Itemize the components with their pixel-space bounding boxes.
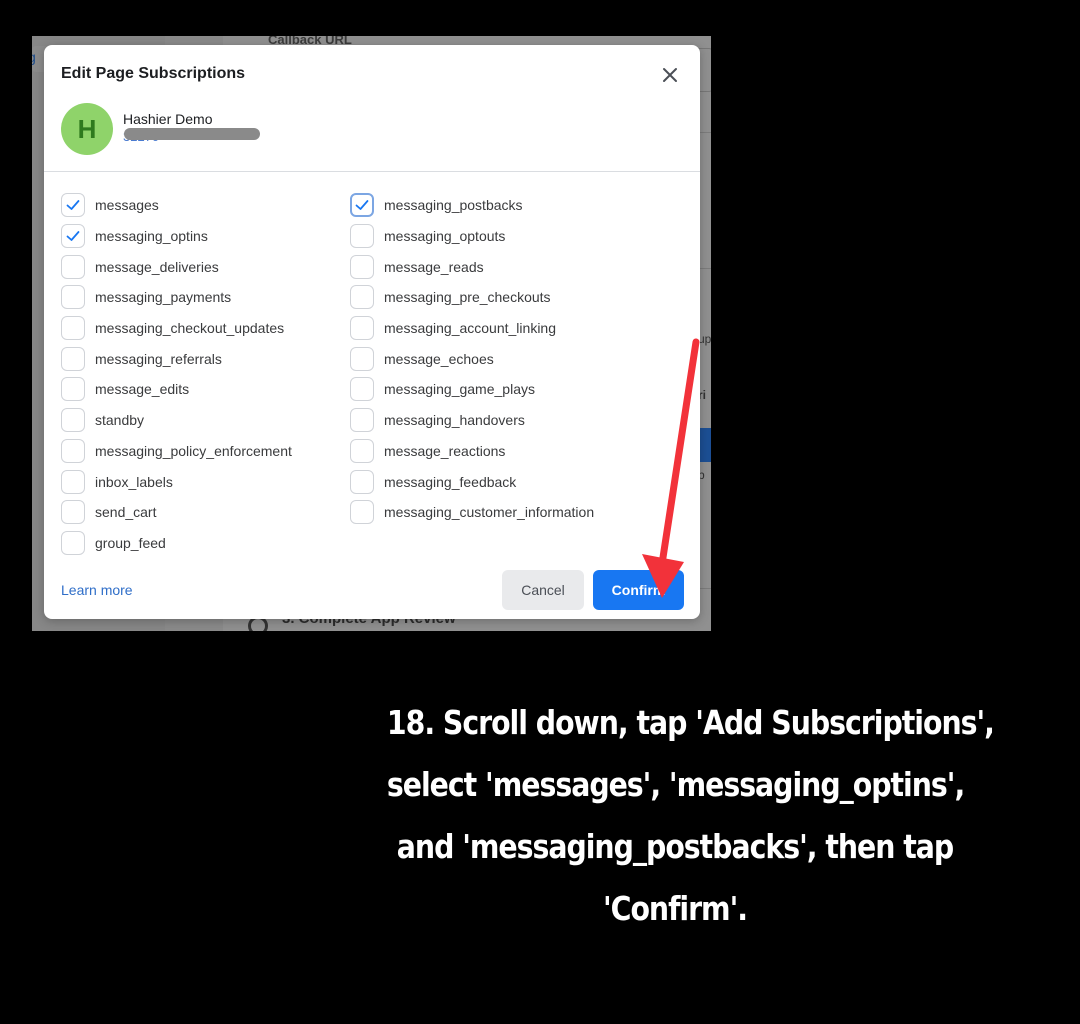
subscription-item[interactable]: messaging_optouts xyxy=(350,221,594,252)
subscription-label: messaging_checkout_updates xyxy=(95,320,285,337)
red-arrow-annotation xyxy=(642,338,700,598)
subscription-item[interactable]: messaging_checkout_updates xyxy=(61,313,292,344)
subscription-item[interactable]: message_edits xyxy=(61,374,292,405)
subscriptions-right-column: messaging_postbacks messaging_optoutsmess… xyxy=(350,190,594,528)
subscription-item[interactable]: message_deliveries xyxy=(61,251,292,282)
screenshot: g Callback URL up ri b 3. Complete App R… xyxy=(32,36,711,631)
subscription-item[interactable]: messaging_feedback xyxy=(350,466,594,497)
cancel-button[interactable]: Cancel xyxy=(502,570,584,610)
subscription-label: messaging_pre_checkouts xyxy=(384,289,551,306)
subscription-label: messaging_customer_information xyxy=(384,504,595,521)
caption-line: 18. Scroll down, tap 'Add Subscriptions'… xyxy=(386,703,995,742)
checkbox[interactable] xyxy=(350,438,374,463)
divider xyxy=(44,171,700,172)
checkbox[interactable] xyxy=(350,469,374,494)
subscription-item[interactable]: messaging_postbacks xyxy=(350,190,594,221)
subscription-item[interactable]: standby xyxy=(61,405,292,436)
subscription-label: messaging_account_linking xyxy=(384,320,556,337)
checkbox[interactable] xyxy=(61,193,85,218)
subscription-label: messages xyxy=(95,197,159,214)
checkbox[interactable] xyxy=(61,438,85,463)
checkbox[interactable] xyxy=(350,285,374,310)
subscription-item[interactable]: messaging_game_plays xyxy=(350,374,594,405)
caption-line: and 'messaging_postbacks', then tap xyxy=(396,827,954,866)
checkbox[interactable] xyxy=(350,500,374,525)
subscription-item[interactable]: group_feed xyxy=(61,528,292,559)
checkbox[interactable] xyxy=(61,408,85,433)
redaction-scribble xyxy=(124,128,260,140)
subscription-label: messaging_policy_enforcement xyxy=(95,442,292,459)
subscription-label: messaging_optins xyxy=(95,228,208,245)
checkmark-icon xyxy=(355,200,369,211)
subscription-item[interactable]: messaging_payments xyxy=(61,282,292,313)
checkbox[interactable] xyxy=(61,469,85,494)
subscription-item[interactable]: messaging_pre_checkouts xyxy=(350,282,594,313)
checkbox[interactable] xyxy=(61,316,85,341)
subscription-item[interactable]: messages xyxy=(61,190,292,221)
checkbox[interactable] xyxy=(350,377,374,402)
subscription-item[interactable]: send_cart xyxy=(61,497,292,528)
learn-more-link[interactable]: Learn more xyxy=(61,582,133,598)
subscription-item[interactable]: inbox_labels xyxy=(61,466,292,497)
page-name: Hashier Demo xyxy=(123,111,213,127)
subscription-label: messaging_postbacks xyxy=(384,197,523,214)
subscription-label: messaging_feedback xyxy=(384,473,517,490)
edit-subscriptions-dialog: Edit Page Subscriptions H Hashier Demo 3… xyxy=(44,45,700,619)
subscription-label: messaging_payments xyxy=(95,289,232,306)
checkbox[interactable] xyxy=(61,224,85,249)
subscription-label: message_reactions xyxy=(384,442,506,459)
subscription-label: standby xyxy=(95,412,145,429)
subscription-label: messaging_optouts xyxy=(384,228,506,245)
subscription-label: send_cart xyxy=(95,504,157,521)
subscriptions-left-column: messages messaging_optins message_deliveri… xyxy=(61,190,292,558)
subscription-label: group_feed xyxy=(95,534,166,551)
checkbox[interactable] xyxy=(350,408,374,433)
avatar: H xyxy=(61,103,113,155)
subscription-item[interactable]: messaging_customer_information xyxy=(350,497,594,528)
dialog-title: Edit Page Subscriptions xyxy=(61,65,246,82)
checkbox[interactable] xyxy=(350,224,374,249)
subscription-label: message_edits xyxy=(95,381,190,398)
subscription-label: messaging_game_plays xyxy=(384,381,535,398)
subscription-item[interactable]: messaging_referrals xyxy=(61,343,292,374)
subscription-item[interactable]: message_echoes xyxy=(350,343,594,374)
subscription-label: messaging_referrals xyxy=(95,350,222,367)
subscription-item[interactable]: messaging_optins xyxy=(61,221,292,252)
subscription-item[interactable]: message_reads xyxy=(350,251,594,282)
checkbox[interactable] xyxy=(350,193,374,218)
checkbox[interactable] xyxy=(350,316,374,341)
caption-line: 'Confirm'. xyxy=(602,889,748,928)
checkbox[interactable] xyxy=(61,285,85,310)
checkbox[interactable] xyxy=(61,346,85,371)
checkbox[interactable] xyxy=(350,346,374,371)
checkmark-icon xyxy=(66,200,80,211)
checkbox[interactable] xyxy=(61,500,85,525)
subscription-label: inbox_labels xyxy=(95,473,173,490)
subscription-label: message_deliveries xyxy=(95,258,219,275)
close-button[interactable] xyxy=(656,61,684,89)
instruction-caption: 18. Scroll down, tap 'Add Subscriptions'… xyxy=(386,692,995,940)
checkbox[interactable] xyxy=(61,530,85,555)
subscription-label: messaging_handovers xyxy=(384,412,525,429)
close-icon xyxy=(663,68,677,82)
subscription-label: message_echoes xyxy=(384,350,494,367)
checkbox[interactable] xyxy=(350,254,374,279)
checkbox[interactable] xyxy=(61,254,85,279)
caption-line: select 'messages', 'messaging_optins', xyxy=(386,765,965,804)
checkmark-icon xyxy=(66,231,80,241)
subscription-item[interactable]: messaging_policy_enforcement xyxy=(61,436,292,467)
subscription-item[interactable]: messaging_handovers xyxy=(350,405,594,436)
checkbox[interactable] xyxy=(61,377,85,402)
subscription-item[interactable]: messaging_account_linking xyxy=(350,313,594,344)
subscription-item[interactable]: message_reactions xyxy=(350,436,594,467)
subscription-label: message_reads xyxy=(384,258,484,275)
